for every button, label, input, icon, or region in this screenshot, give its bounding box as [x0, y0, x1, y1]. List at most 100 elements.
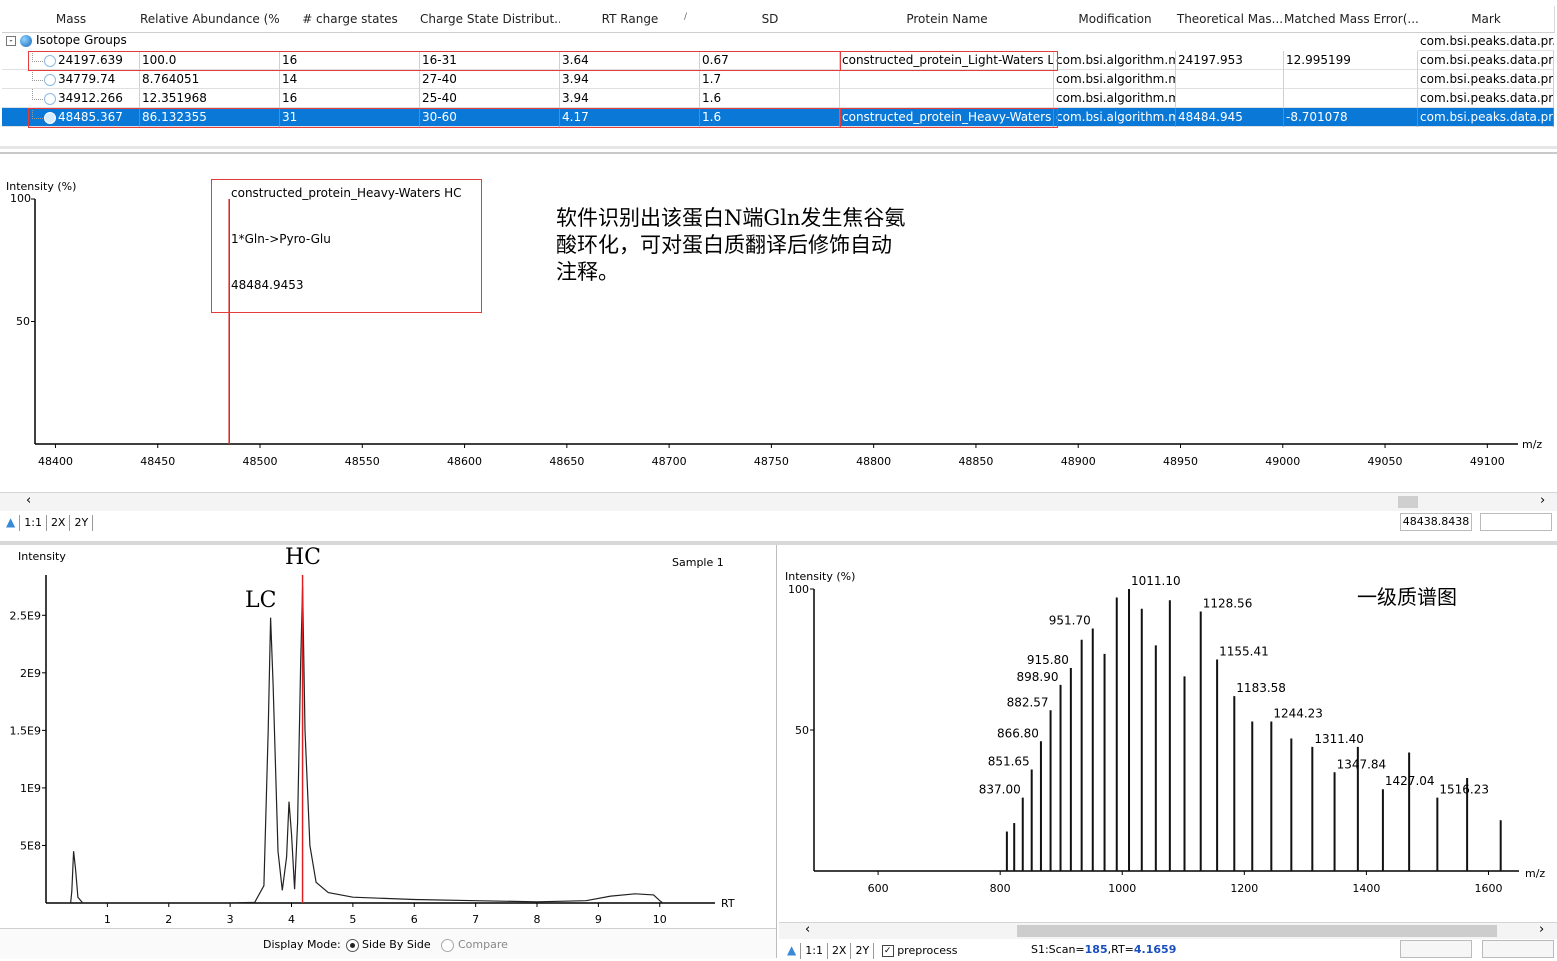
chrom-xtick-label: 5: [349, 913, 356, 925]
deconv-xtick-label: 48500: [243, 455, 278, 468]
column-header[interactable]: Charge State Distribut...: [420, 6, 561, 33]
table-cell: 34779.74: [2, 70, 140, 89]
table-cell: 24197.953: [1176, 51, 1284, 70]
column-header[interactable]: Matched Mass Error(...: [1284, 6, 1419, 33]
table-cell: 100.0: [140, 51, 280, 70]
scroll-thumb[interactable]: [1398, 496, 1418, 508]
scan-number: 185: [1084, 943, 1108, 956]
ms1-spectrum-icon[interactable]: ▲: [787, 943, 796, 957]
zoom-2x-button[interactable]: 2X: [51, 516, 66, 529]
table-row[interactable]: 34912.266 12.351968 16 25-40 3.94 1.6 com.bsi.…: [2, 89, 1554, 108]
column-header[interactable]: Relative Abundance (%): [140, 6, 281, 33]
ms1-scroll-right-icon[interactable]: ›: [1539, 922, 1544, 937]
deconv-xtick-label: 48850: [958, 455, 993, 468]
annotation-modification: 1*Gln->Pyro-Glu: [231, 232, 331, 246]
ms1-scroll-left-icon[interactable]: ‹: [805, 922, 810, 937]
table-cell: 24197.639: [2, 51, 140, 70]
table-cell: 30-60: [420, 108, 560, 127]
ms1-peak-label: 1011.10: [1131, 574, 1181, 588]
globe-icon: [20, 35, 32, 47]
scroll-right-icon[interactable]: ›: [1540, 493, 1545, 508]
table-row[interactable]: 48485.367 86.132355 31 30-60 4.17 1.6 construc…: [2, 108, 1554, 127]
side-by-side-radio[interactable]: [346, 939, 359, 952]
ms1-scroll-thumb[interactable]: [1017, 925, 1497, 937]
deconv-xtick-label: 48600: [447, 455, 482, 468]
side-by-side-label[interactable]: Side By Side: [362, 938, 431, 951]
ms1-field-1[interactable]: [1400, 940, 1472, 958]
splitter[interactable]: [0, 146, 1557, 149]
ms1-zoom-1to1-button[interactable]: 1:1: [805, 944, 823, 957]
scan-info: S1:Scan=185,RT=4.1659: [1031, 943, 1177, 956]
ms1-peak-label: 1244.23: [1273, 707, 1323, 721]
table-cell: 14: [280, 70, 420, 89]
isotope-icon: [44, 55, 56, 67]
column-header[interactable]: SD: [700, 6, 841, 33]
column-header[interactable]: # charge states: [280, 6, 421, 33]
ms1-ytick-label: 50: [795, 724, 809, 737]
table-cell: 0.67: [700, 51, 840, 70]
group-row[interactable]: - Isotope Groups com.bsi.peaks.data.pr...: [2, 32, 1554, 51]
deconv-scrollbar[interactable]: ‹ ›: [0, 492, 1557, 511]
deconv-xtick-label: 48950: [1163, 455, 1198, 468]
position-field[interactable]: 48438.8438: [1400, 513, 1472, 531]
table-cell: [1284, 70, 1418, 89]
isotope-groups-table[interactable]: Mass Relative Abundance (%) # charge state…: [2, 6, 1555, 130]
ms1-toolbar: ▲ 1:1 2X 2Y ✓ preprocess: [787, 940, 958, 960]
table-cell: 34912.266: [2, 89, 140, 108]
note-line-2: 酸环化，可对蛋白质翻译后修饰自动: [556, 233, 892, 257]
zoom-1to1-button[interactable]: 1:1: [24, 516, 42, 529]
ms1-zoom-2x-button[interactable]: 2X: [832, 944, 847, 957]
table-cell: com.bsi.algorithm.m...: [1054, 70, 1176, 89]
table-row[interactable]: 24197.639 100.0 16 16-31 3.64 0.67 constructed…: [2, 51, 1554, 70]
preprocess-label[interactable]: preprocess: [897, 944, 957, 957]
scroll-left-icon[interactable]: ‹: [26, 493, 31, 508]
table-cell: [840, 89, 1054, 108]
position-field-2[interactable]: [1480, 513, 1552, 531]
ms1-peak-label: 837.00: [979, 783, 1021, 797]
chrom-xtick-label: 4: [288, 913, 295, 925]
column-header[interactable]: Protein Name: [840, 6, 1055, 33]
table-cell: constructed_protein_Heavy-Waters HC: [840, 108, 1054, 127]
ms1-zoom-2y-button[interactable]: 2Y: [855, 944, 869, 957]
deconv-xtick-label: 49050: [1368, 455, 1403, 468]
table-cell: 8.764051: [140, 70, 280, 89]
chrom-ytick-label: 2.5E9: [10, 609, 41, 622]
column-header[interactable]: Mass: [2, 6, 141, 33]
display-mode-label: Display Mode:: [263, 938, 341, 951]
chrom-xtick-label: 7: [472, 913, 479, 925]
column-header[interactable]: Mark: [1418, 6, 1555, 33]
table-cell: 1.6: [700, 108, 840, 127]
collapse-icon[interactable]: -: [6, 36, 16, 46]
chromatogram-plot: 2.5E9 2E9 1.5E9 1E9 5E8 1 2 3 4 5 6 7 8 9 10: [10, 575, 715, 925]
chromatogram-panel: Intensity Sample 1 2.5E9 2E9 1.5E9 1E9 5E8 1 2…: [0, 545, 777, 959]
table-cell: com.bsi.peaks.data.pr...: [1418, 70, 1554, 89]
zoom-2y-button[interactable]: 2Y: [74, 516, 88, 529]
table-cell: 31: [280, 108, 420, 127]
ms1-peak-label: 866.80: [997, 726, 1039, 740]
table-row[interactable]: 34779.74 8.764051 14 27-40 3.94 1.7 com.bsi.al…: [2, 70, 1554, 89]
deconvoluted-spectrum-panel: Intensity (%) 100 50 48400 48450 48500 4855…: [0, 155, 1557, 540]
column-header[interactable]: Theoretical Mas...: [1176, 6, 1285, 33]
sort-indicator-icon[interactable]: /: [684, 12, 687, 22]
compare-radio[interactable]: [441, 939, 454, 952]
spectrum-icon[interactable]: ▲: [6, 515, 15, 529]
compare-label[interactable]: Compare: [458, 938, 508, 951]
ms1-peak-label: 1427.04: [1385, 774, 1435, 788]
ms1-xtick-label: 1400: [1352, 882, 1380, 895]
ms1-spectrum-panel: Intensity (%) 一级质谱图 100 50 600 800 1000 1200 1…: [779, 545, 1557, 960]
ms1-peak-label: 1128.56: [1203, 597, 1253, 611]
table-cell: com.bsi.algorithm.m...: [1054, 108, 1176, 127]
column-header[interactable]: RT Range: [560, 6, 701, 33]
table-cell: 4.17: [560, 108, 700, 127]
ms1-ytick-label: 100: [788, 583, 809, 596]
isotope-icon: [44, 112, 56, 124]
isotope-icon: [44, 74, 56, 86]
ms1-scrollbar[interactable]: ‹ ›: [779, 922, 1557, 939]
table-cell: 48484.945: [1176, 108, 1284, 127]
column-header[interactable]: Modification: [1054, 6, 1177, 33]
table-cell: 3.94: [560, 89, 700, 108]
preprocess-checkbox[interactable]: ✓: [881, 945, 894, 957]
annotation-protein: constructed_protein_Heavy-Waters HC: [231, 186, 462, 200]
ms1-field-2[interactable]: [1482, 940, 1554, 958]
table-cell: 12.995199: [1284, 51, 1418, 70]
